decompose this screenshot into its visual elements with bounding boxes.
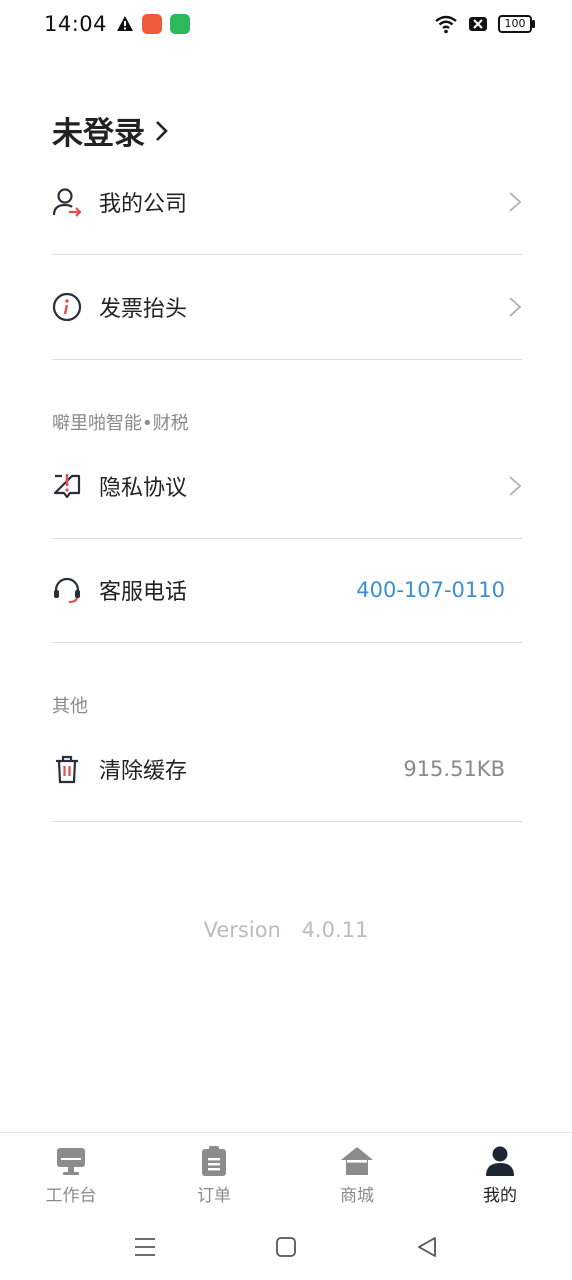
login-link[interactable]: 未登录 xyxy=(52,108,169,153)
login-text: 未登录 xyxy=(52,116,145,152)
cache-size: 915.51KB xyxy=(403,757,505,781)
version-number: 4.0.11 xyxy=(301,918,369,942)
home-icon xyxy=(341,1147,373,1175)
menu-label-company: 我的公司 xyxy=(99,192,188,217)
menu-item-service-phone[interactable]: 客服电话 400-107-0110 xyxy=(52,538,522,643)
tab-label-workbench: 工作台 xyxy=(45,1186,97,1206)
tab-workbench[interactable]: 工作台 xyxy=(21,1145,121,1206)
chevron-right-icon xyxy=(156,120,168,141)
menu-item-clear-cache[interactable]: 清除缓存 915.51KB xyxy=(52,717,522,822)
info-icon xyxy=(52,292,82,322)
wifi-icon xyxy=(435,15,457,34)
tab-label-mall: 商城 xyxy=(340,1186,374,1206)
desktop-icon xyxy=(57,1148,85,1175)
home-square-icon[interactable] xyxy=(275,1236,297,1258)
chevron-right-icon xyxy=(509,297,522,317)
section-title-other: 其他 xyxy=(52,696,88,717)
sim-off-icon xyxy=(469,17,487,31)
battery-indicator: 100 xyxy=(498,15,535,33)
tab-label-mine: 我的 xyxy=(483,1186,517,1206)
notification-icons xyxy=(116,14,190,34)
menu-icon[interactable] xyxy=(134,1236,156,1258)
menu-label-cache: 清除缓存 xyxy=(99,759,188,784)
version-text: Version 4.0.11 xyxy=(0,918,572,942)
tab-orders[interactable]: 订单 xyxy=(164,1145,264,1206)
menu-label-invoice: 发票抬头 xyxy=(99,297,188,322)
status-bar: 14:04 100 xyxy=(0,0,572,52)
version-label: Version xyxy=(203,918,281,942)
menu-item-privacy[interactable]: 隐私协议 xyxy=(52,434,522,539)
headset-icon xyxy=(54,577,80,604)
user-transfer-icon xyxy=(52,188,82,217)
menu-label-service: 客服电话 xyxy=(99,580,188,605)
menu-label-privacy: 隐私协议 xyxy=(99,476,188,501)
menu-item-company[interactable]: 我的公司 xyxy=(52,150,522,255)
section-title-brand: 噼里啪智能•财税 xyxy=(52,413,189,434)
app-notification-icon-2 xyxy=(170,14,190,34)
clipboard-icon xyxy=(202,1146,226,1176)
status-time: 14:04 xyxy=(44,12,108,36)
app-notification-icon xyxy=(142,14,162,34)
trash-icon xyxy=(56,755,78,784)
warning-icon xyxy=(117,16,133,31)
tab-mall[interactable]: 商城 xyxy=(307,1145,407,1206)
service-phone-number[interactable]: 400-107-0110 xyxy=(356,578,505,602)
bottom-tab-bar: 工作台 订单 商城 我的 xyxy=(0,1132,572,1221)
system-nav-bar xyxy=(0,1220,572,1280)
system-icons: 100 xyxy=(434,14,535,34)
user-icon xyxy=(486,1146,514,1176)
menu-item-invoice[interactable]: 发票抬头 xyxy=(52,255,522,360)
chevron-right-icon xyxy=(509,192,522,212)
back-triangle-icon[interactable] xyxy=(416,1236,438,1258)
tab-label-orders: 订单 xyxy=(197,1186,231,1206)
chevron-right-icon xyxy=(509,476,522,496)
tab-mine[interactable]: 我的 xyxy=(450,1145,550,1206)
alert-book-icon xyxy=(53,474,81,499)
